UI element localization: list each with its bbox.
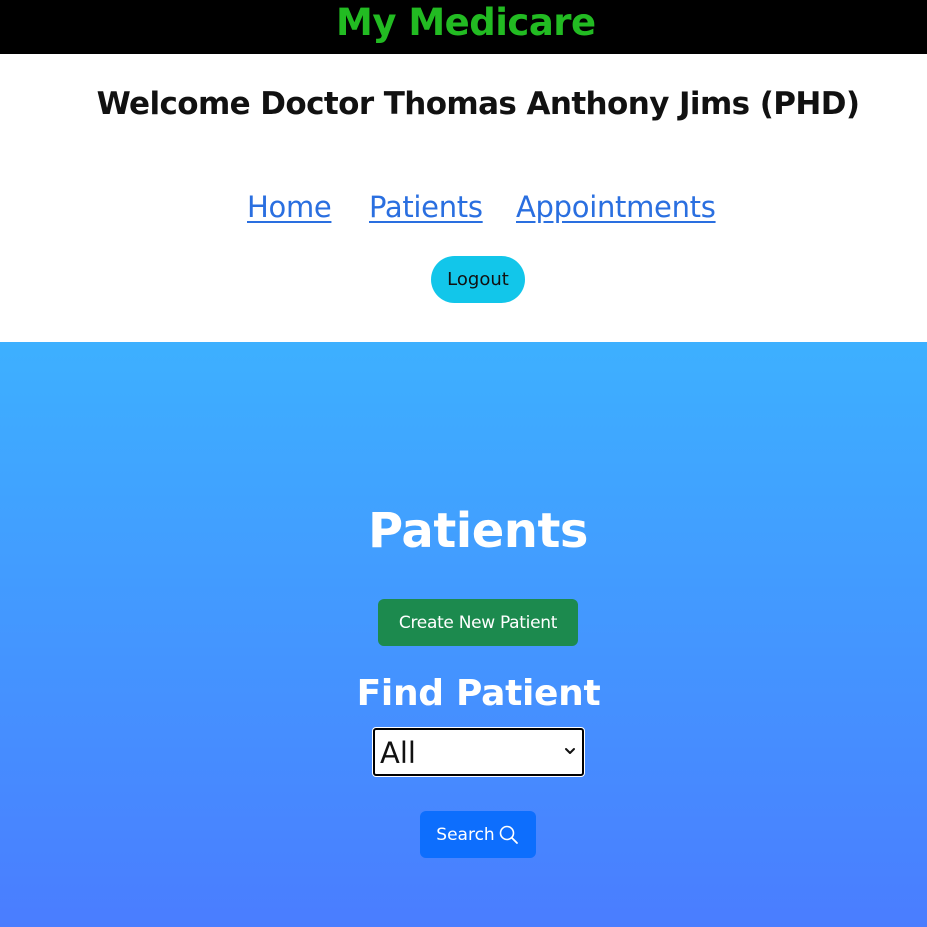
search-icon [499, 825, 518, 844]
nav-link-home[interactable]: Home [247, 190, 332, 224]
main-nav: Home Patients Appointments [0, 190, 927, 230]
search-button[interactable]: Search [420, 811, 536, 858]
patient-filter-select[interactable]: All [373, 728, 584, 776]
page-title: Patients [368, 503, 588, 559]
logout-button[interactable]: Logout [431, 256, 525, 303]
search-button-label: Search [436, 824, 495, 845]
create-patient-button[interactable]: Create New Patient [378, 599, 578, 646]
nav-link-appointments[interactable]: Appointments [516, 190, 716, 224]
find-patient-heading: Find Patient [356, 673, 601, 714]
patient-filter-value: All [380, 736, 416, 770]
chevron-down-icon [565, 748, 575, 754]
welcome-message: Welcome Doctor Thomas Anthony Jims (PHD) [96, 86, 860, 122]
nav-link-patients[interactable]: Patients [369, 190, 483, 224]
brand-title: My Medicare [336, 1, 596, 44]
top-bar: My Medicare [0, 0, 927, 54]
